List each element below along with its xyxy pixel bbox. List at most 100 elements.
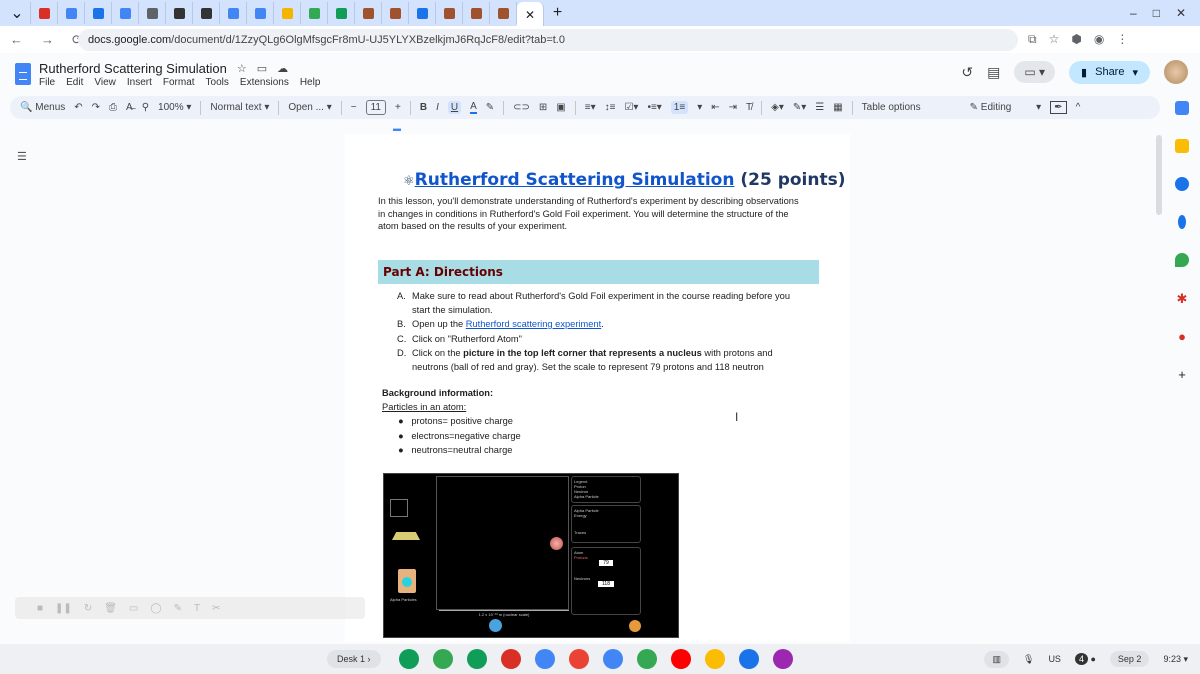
align-icon[interactable]: ≡▾: [585, 102, 596, 113]
heading-link[interactable]: Rutherford Scattering Simulation: [415, 170, 735, 190]
highlight-icon[interactable]: ✎: [486, 102, 494, 113]
increase-indent-icon[interactable]: ⇥: [729, 102, 737, 113]
simulation-screenshot[interactable]: Alpha Particles 1.2 x 10⁻¹³ m (nuclear s…: [383, 473, 679, 638]
underline-button[interactable]: U: [447, 101, 462, 114]
table-options-button[interactable]: Table options: [862, 102, 921, 113]
tote-icon[interactable]: ▥: [984, 650, 1009, 668]
keep-icon[interactable]: [1175, 139, 1189, 153]
font-select[interactable]: Open ... ▾: [288, 102, 331, 113]
search-menus-button[interactable]: 🔍 Menus: [20, 102, 65, 113]
asterisk-addon-icon[interactable]: ✱: [1175, 291, 1189, 306]
browser-tab[interactable]: [355, 2, 382, 24]
italic-button[interactable]: I: [436, 102, 439, 113]
browser-tab[interactable]: [409, 2, 436, 24]
menu-format[interactable]: Format: [163, 77, 195, 88]
menu-file[interactable]: File: [39, 77, 55, 88]
meet-button[interactable]: ▭ ▾: [1014, 61, 1056, 83]
scrollbar[interactable]: [1156, 135, 1162, 215]
document-title[interactable]: Rutherford Scattering Simulation: [39, 61, 227, 76]
bold-button[interactable]: B: [420, 102, 427, 113]
add-addon-icon[interactable]: +: [1175, 367, 1189, 382]
browser-tab[interactable]: [193, 2, 220, 24]
shelf-app-icon[interactable]: [500, 649, 521, 669]
checklist-icon[interactable]: ☑▾: [624, 102, 638, 113]
menu-help[interactable]: Help: [300, 77, 321, 88]
clear-formatting-icon[interactable]: T̸: [746, 102, 752, 113]
maps-icon[interactable]: [1175, 253, 1189, 267]
editing-mode-select[interactable]: ✎ Editing ▾: [970, 102, 1042, 113]
document-outline-icon[interactable]: ☰: [17, 150, 27, 163]
menu-icon[interactable]: ⋮: [1116, 32, 1128, 47]
text-color-button[interactable]: A: [470, 101, 477, 114]
browser-tab[interactable]: [274, 2, 301, 24]
back-icon[interactable]: ←: [10, 32, 23, 48]
collapse-toolbar-icon[interactable]: ^: [1076, 102, 1081, 113]
browser-tab[interactable]: [382, 2, 409, 24]
style-select[interactable]: Normal text ▾: [210, 102, 269, 113]
desk-switcher[interactable]: Desk 1 ›: [327, 650, 381, 668]
menu-edit[interactable]: Edit: [66, 77, 83, 88]
browser-tab[interactable]: [166, 2, 193, 24]
browser-tab[interactable]: [85, 2, 112, 24]
spellcheck-icon[interactable]: A̶: [126, 102, 133, 113]
browser-tab[interactable]: [436, 2, 463, 24]
shelf-app-icon[interactable]: [704, 649, 725, 669]
browser-tab[interactable]: [490, 2, 517, 24]
undo-icon[interactable]: ↶: [74, 102, 82, 113]
new-tab-button[interactable]: +: [544, 2, 571, 24]
active-tab-close-button[interactable]: ✕: [517, 2, 544, 28]
pen-icon[interactable]: ✒: [1050, 101, 1067, 114]
locale-indicator[interactable]: US: [1048, 654, 1061, 664]
border-color-icon[interactable]: ✎▾: [793, 102, 806, 113]
browser-tab[interactable]: [463, 2, 490, 24]
browser-tab[interactable]: [220, 2, 247, 24]
shelf-app-icon[interactable]: [670, 649, 691, 669]
link-icon[interactable]: ⊂⊃: [513, 102, 530, 113]
decrease-font-size-button[interactable]: −: [351, 102, 357, 113]
version-history-icon[interactable]: ↺: [961, 64, 973, 81]
profile-icon[interactable]: ◉: [1094, 32, 1104, 47]
status-area[interactable]: 9:23 ▾: [1163, 654, 1188, 665]
mic-icon[interactable]: 🎙: [1023, 654, 1034, 665]
close-window-icon[interactable]: ✕: [1176, 6, 1186, 20]
browser-tab[interactable]: [139, 2, 166, 24]
shelf-app-icon[interactable]: [466, 649, 487, 669]
ruler-indent-marker[interactable]: ▬: [393, 124, 401, 133]
minimize-icon[interactable]: –: [1130, 6, 1137, 20]
maximize-icon[interactable]: □: [1153, 6, 1160, 20]
browser-tab[interactable]: [301, 2, 328, 24]
menu-tools[interactable]: Tools: [206, 77, 229, 88]
font-size-input[interactable]: 11: [365, 100, 386, 115]
shelf-app-icon[interactable]: [398, 649, 419, 669]
add-comment-icon[interactable]: ⊞: [539, 102, 547, 113]
screen-recorder-toolbar[interactable]: ■ ❚❚ ↻ 🗑 ▭ ◯ ✎ T ✂: [15, 597, 365, 619]
extensions-icon[interactable]: ⬢: [1071, 32, 1081, 47]
shelf-app-icon[interactable]: [534, 649, 555, 669]
move-folder-icon[interactable]: ▭: [257, 62, 267, 75]
browser-tab[interactable]: [31, 2, 58, 24]
cloud-saved-icon[interactable]: ☁: [277, 62, 288, 75]
border-style-icon[interactable]: ▦: [833, 102, 842, 113]
bookmark-star-icon[interactable]: ☆: [1049, 32, 1060, 47]
menu-insert[interactable]: Insert: [127, 77, 152, 88]
paint-format-icon[interactable]: ⚲: [142, 102, 149, 113]
redo-icon[interactable]: ↷: [92, 102, 100, 113]
cell-fill-icon[interactable]: ◈▾: [771, 102, 784, 113]
browser-tab[interactable]: [58, 2, 85, 24]
decrease-indent-icon[interactable]: ⇤: [711, 102, 719, 113]
share-button[interactable]: ▮ Share ▾: [1069, 60, 1150, 84]
browser-tab[interactable]: [328, 2, 355, 24]
numbered-list-icon[interactable]: 1≡: [670, 101, 689, 114]
shelf-app-icon[interactable]: [602, 649, 623, 669]
shelf-app-icon[interactable]: [432, 649, 453, 669]
avatar[interactable]: [1164, 60, 1188, 84]
increase-font-size-button[interactable]: +: [395, 102, 401, 113]
shelf-app-icon[interactable]: [772, 649, 793, 669]
menu-view[interactable]: View: [94, 77, 116, 88]
install-icon[interactable]: ⧉: [1028, 32, 1037, 47]
simulation-link[interactable]: Rutherford scattering experiment: [466, 319, 601, 329]
print-icon[interactable]: ⎙: [109, 102, 117, 113]
menu-extensions[interactable]: Extensions: [240, 77, 289, 88]
zoom-select[interactable]: 100% ▾: [158, 102, 191, 113]
contacts-icon[interactable]: [1178, 215, 1186, 229]
